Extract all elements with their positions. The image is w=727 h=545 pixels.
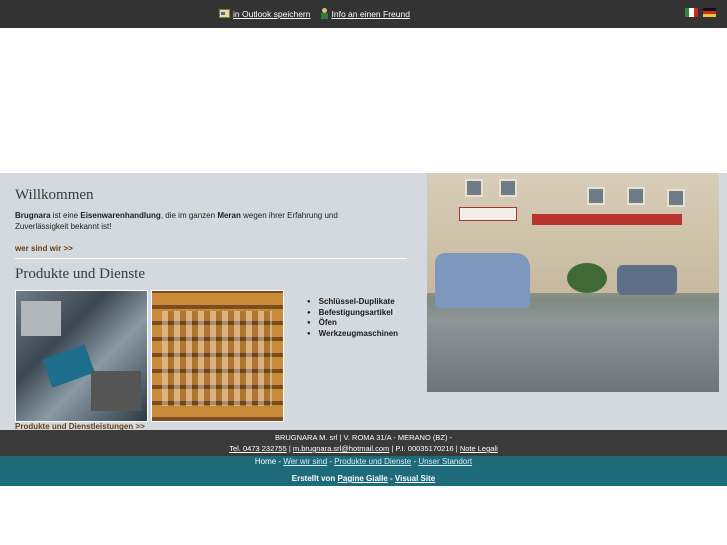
vcard-icon [219, 9, 230, 18]
language-flags [685, 8, 716, 17]
legal-notes-link[interactable]: Note Legali [460, 444, 498, 453]
separator: - [387, 474, 395, 483]
nav-location[interactable]: Unser Standort [418, 457, 472, 466]
german-flag-icon[interactable] [703, 8, 716, 17]
contact-line: Tel. 0473 232755 | m.brugnara.srl@hotmai… [0, 443, 727, 454]
list-item: Öfen [307, 318, 398, 329]
nav-products[interactable]: Produkte und Dienste [334, 457, 411, 466]
visual-site-link[interactable]: Visual Site [395, 474, 435, 483]
about-us-link[interactable]: wer sind wir >> [15, 244, 73, 253]
tools-photo [15, 290, 148, 422]
top-links: in Outlook speichern Info an einen Freun… [219, 8, 410, 19]
products-heading: Produkte und Dienste [15, 266, 145, 282]
nav-home[interactable]: Home [255, 457, 276, 466]
city-name: Meran [217, 211, 241, 220]
top-bar: in Outlook speichern Info an einen Freun… [0, 0, 727, 28]
nav-about[interactable]: Wer wir sind [283, 457, 327, 466]
address-bar: BRUGNARA M. srl | V. ROMA 31/A - MERANO … [0, 430, 727, 456]
services-list: Schlüssel-Duplikate Befestigungsartikel … [307, 297, 398, 339]
vat-number: | P.I. 00035170216 | [389, 444, 460, 453]
email-link[interactable]: m.brugnara.srl@hotmail.com [293, 444, 389, 453]
welcome-text: Brugnara ist eine Eisenwarenhandlung, di… [15, 210, 360, 232]
person-icon [320, 8, 329, 19]
shop-type: Eisenwarenhandlung [80, 211, 161, 220]
phone-link[interactable]: Tel. 0473 232755 [229, 444, 287, 453]
save-outlook-label: in Outlook speichern [233, 8, 311, 19]
divider [15, 258, 407, 259]
storefront-photo [427, 173, 719, 392]
welcome-text-part: ist eine [50, 211, 81, 220]
welcome-heading: Willkommen [15, 187, 94, 203]
italian-flag-icon[interactable] [685, 8, 698, 17]
list-item: Schlüssel-Duplikate [307, 297, 398, 308]
list-item: Werkzeugmaschinen [307, 329, 398, 340]
welcome-text-part: , die im ganzen [160, 211, 218, 220]
company-address: BRUGNARA M. srl | V. ROMA 31/A - MERANO … [274, 433, 453, 442]
shelves-photo [151, 290, 284, 422]
send-to-friend-link[interactable]: Info an einen Freund [320, 8, 410, 19]
send-to-friend-label: Info an einen Freund [331, 8, 410, 19]
footer-nav: Home - Wer wir sind - Produkte und Diens… [0, 456, 727, 470]
credits-bar: Erstellt von Pagine Gialle - Visual Site [0, 470, 727, 486]
list-item: Befestigungsartikel [307, 308, 398, 319]
save-outlook-link[interactable]: in Outlook speichern [219, 9, 311, 19]
pagine-gialle-link[interactable]: Pagine Gialle [338, 474, 388, 483]
main-content: Willkommen Brugnara ist eine Eisenwarenh… [0, 173, 727, 431]
brand-name: Brugnara [15, 211, 51, 220]
credits-label: Erstellt von [291, 474, 338, 483]
